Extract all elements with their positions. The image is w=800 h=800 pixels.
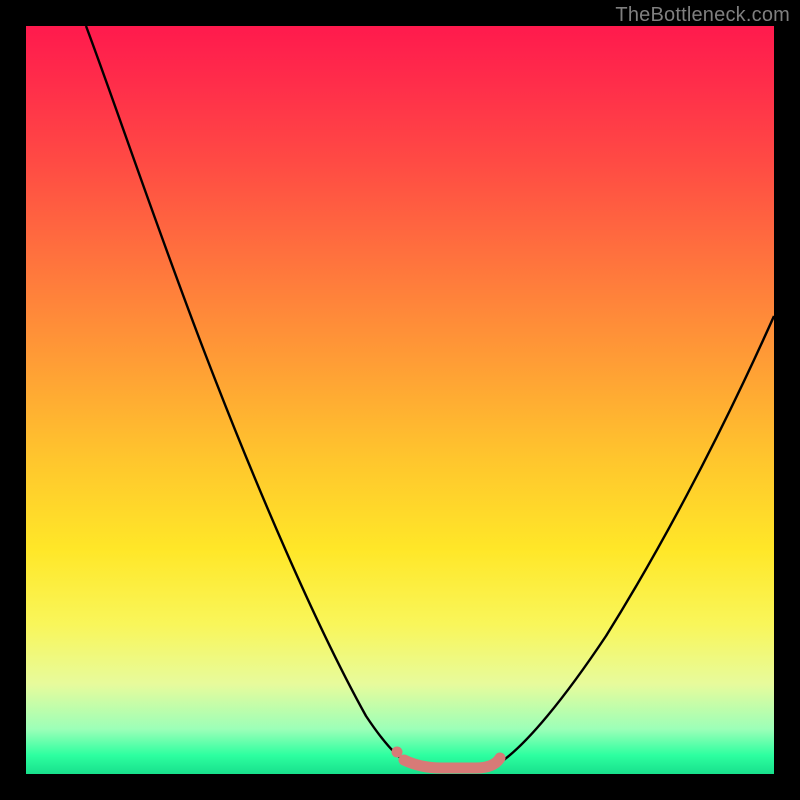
floor-dot — [392, 747, 403, 758]
left-curve — [86, 26, 411, 764]
plot-area — [26, 26, 774, 774]
chart-frame: TheBottleneck.com — [0, 0, 800, 800]
floor-band — [404, 758, 500, 768]
watermark-text: TheBottleneck.com — [615, 4, 790, 27]
right-curve — [498, 316, 774, 764]
curves-svg — [26, 26, 774, 774]
